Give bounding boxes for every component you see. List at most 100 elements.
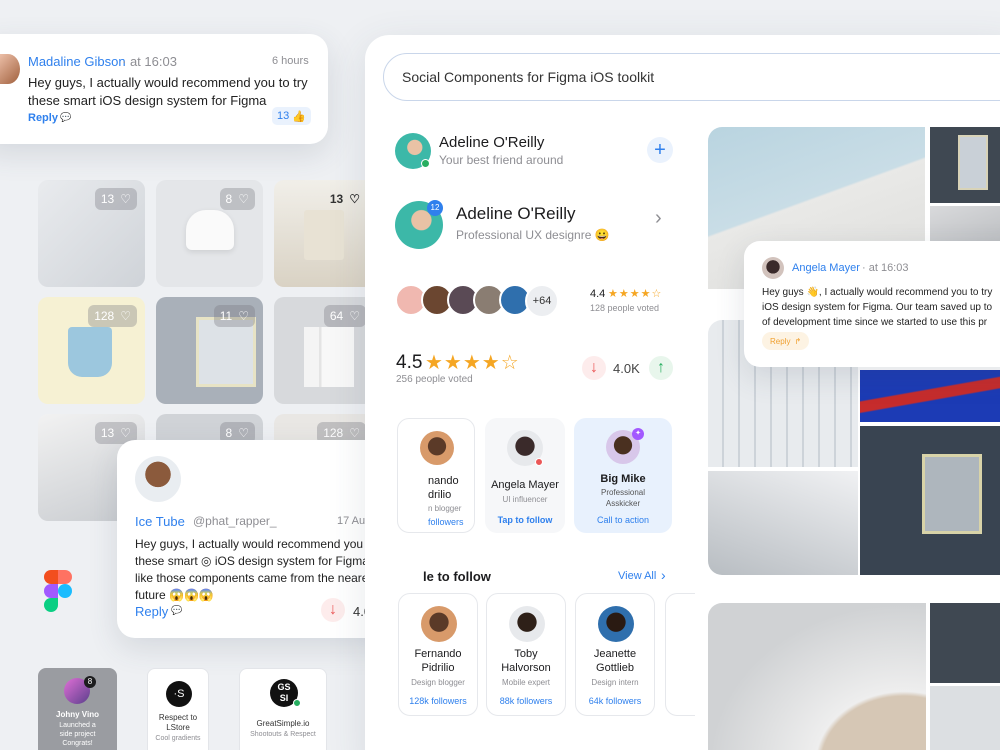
notification-badge: 12 [427, 200, 443, 216]
notification-badge: 8 [84, 676, 96, 688]
avatar [598, 606, 634, 642]
comment-author[interactable]: Angela Mayer [792, 262, 860, 274]
comment-line: of development time since we started to … [762, 317, 988, 328]
bag-image [304, 210, 344, 260]
avatar [420, 431, 454, 465]
heart-icon: ♡ [349, 426, 360, 440]
person-name: Gottlieb [596, 662, 634, 674]
window-image [958, 135, 988, 190]
follow-action[interactable]: followers [428, 517, 464, 527]
like-badge[interactable]: 8 ♡ [219, 188, 255, 210]
heart-icon: ♡ [120, 309, 131, 323]
follow-card[interactable]: ✦ Big Mike Professional Asskicker Call t… [574, 418, 672, 533]
person-card[interactable] [665, 593, 695, 716]
search-bar[interactable]: Social Components for Figma iOS toolkit [383, 53, 1000, 101]
avatar[interactable] [762, 257, 784, 279]
chat-bubble-icon: 💬 [60, 112, 72, 122]
notification-card[interactable]: ·S Respect to LStore Cool gradients [147, 668, 209, 750]
photo-tile[interactable] [860, 426, 1000, 575]
follow-action[interactable]: Tap to follow [485, 515, 565, 525]
window-image [922, 454, 982, 534]
person-name: Fernando [414, 648, 462, 660]
person-name: Jeanette [593, 648, 637, 660]
status-dot [535, 458, 543, 466]
profile-subtitle: Your best friend around [439, 153, 564, 167]
follow-role: Asskicker [605, 499, 641, 508]
gallery-tile[interactable]: 13 ♡ [274, 180, 374, 287]
photo-tile[interactable] [860, 370, 1000, 422]
like-button[interactable]: 13 👍 [272, 107, 311, 125]
person-role: Design blogger [411, 678, 465, 687]
person-card[interactable]: Jeanette Gottlieb Design intern 64k foll… [575, 593, 655, 716]
like-badge[interactable]: 64 ♡ [323, 305, 366, 327]
notification-card[interactable]: 8 Johny Vino Launched a side project Con… [38, 668, 117, 750]
rating-count: 256 people voted [396, 374, 473, 385]
person-card[interactable]: Fernando Pidrilio Design blogger 128k fo… [398, 593, 478, 716]
downvote-button[interactable]: ↓ [321, 598, 345, 622]
comment-time: · at 16:03 [122, 54, 177, 69]
like-badge[interactable]: 11 ♡ [213, 305, 255, 327]
person-name: Halvorson [501, 662, 551, 674]
avatar[interactable] [0, 54, 20, 84]
reply-button[interactable]: Reply [28, 112, 58, 124]
person-role: Design intern [591, 678, 639, 687]
person-card[interactable]: Toby Halvorson Mobile expert 88k followe… [486, 593, 566, 716]
comment-text: Hey guys 👋, I actually would recommend y… [762, 285, 992, 330]
reply-arrow-icon: ↱ [794, 336, 802, 346]
profile-name[interactable]: Adeline O'Reilly [439, 134, 544, 151]
notification-card[interactable]: GS SI GreatSimple.io Shootouts & Respect [239, 668, 327, 750]
comment-line: like those components came from the near… [135, 571, 378, 585]
comment-handle: @phat_rapper_ [193, 514, 277, 528]
heart-icon: ♡ [238, 426, 249, 440]
angela-comment-card: Angela Mayer · at 16:03 Hey guys 👋, I ac… [744, 241, 1000, 367]
photo-tile[interactable] [930, 603, 1000, 683]
avatar[interactable] [135, 456, 181, 502]
gallery-tile[interactable]: 8 ♡ [156, 180, 263, 287]
person-followers[interactable]: 128k followers [399, 696, 477, 706]
comment-author[interactable]: Madaline Gibson [28, 54, 126, 69]
star-rating[interactable]: ★★★★☆ [608, 287, 662, 300]
follow-name: Angela Mayer [491, 479, 559, 491]
comment-time: · at 16:03 [862, 262, 909, 274]
profile-name[interactable]: Adeline O'Reilly [456, 204, 575, 224]
online-dot [293, 699, 301, 707]
like-badge[interactable]: 13 ♡ [94, 188, 137, 210]
follow-card[interactable]: Angela Mayer UI influencer Tap to follow [485, 418, 565, 533]
avatar [421, 606, 457, 642]
like-badge[interactable]: 13 ♡ [324, 188, 366, 210]
gallery-tile[interactable]: 64 ♡ [274, 297, 374, 404]
reply-button[interactable]: Reply [135, 604, 168, 619]
photo-tile[interactable] [708, 471, 858, 575]
comment-line: future 😱😱😱 [135, 588, 214, 602]
photo-tile[interactable] [930, 127, 1000, 203]
add-button[interactable]: + [647, 137, 673, 163]
gallery-tile[interactable]: 128 ♡ [38, 297, 145, 404]
follow-card[interactable]: nando drilio n blogger followers [397, 418, 475, 533]
comment-line: Hey guys, I actually would recommend you… [135, 537, 394, 551]
view-all-link[interactable]: View All [618, 570, 656, 582]
vases-image [304, 327, 354, 387]
upvote-button[interactable]: ↑ [649, 356, 673, 380]
like-badge[interactable]: 128 ♡ [88, 305, 137, 327]
gallery-tile[interactable]: 13 ♡ [38, 180, 145, 287]
person-followers[interactable]: 64k followers [576, 696, 654, 706]
follow-action[interactable]: Call to action [574, 515, 672, 525]
section-title: le to follow [423, 569, 491, 584]
reply-button[interactable]: Reply ↱ [762, 332, 810, 350]
window-image [196, 317, 256, 387]
person-followers[interactable]: 88k followers [487, 696, 565, 706]
more-avatars-badge[interactable]: +64 [525, 284, 559, 318]
comment-author[interactable]: Ice Tube [135, 514, 185, 529]
star-rating[interactable]: ★★★★☆ [425, 350, 520, 375]
gallery-tile[interactable]: 11 ♡ [156, 297, 263, 404]
profile-subtitle: Professional UX designre 😀 [456, 228, 610, 242]
photo-tile[interactable] [708, 603, 926, 750]
reply-label: Reply [770, 336, 791, 346]
follow-name: nando [428, 475, 459, 487]
photo-tile[interactable] [930, 686, 1000, 750]
downvote-button[interactable]: ↓ [582, 356, 606, 380]
chevron-right-icon[interactable]: › [655, 207, 662, 230]
chevron-right-icon[interactable]: › [661, 567, 666, 583]
comment-line: Hey guys, I actually would recommend you… [28, 75, 308, 90]
search-input[interactable]: Social Components for Figma iOS toolkit [402, 69, 654, 85]
